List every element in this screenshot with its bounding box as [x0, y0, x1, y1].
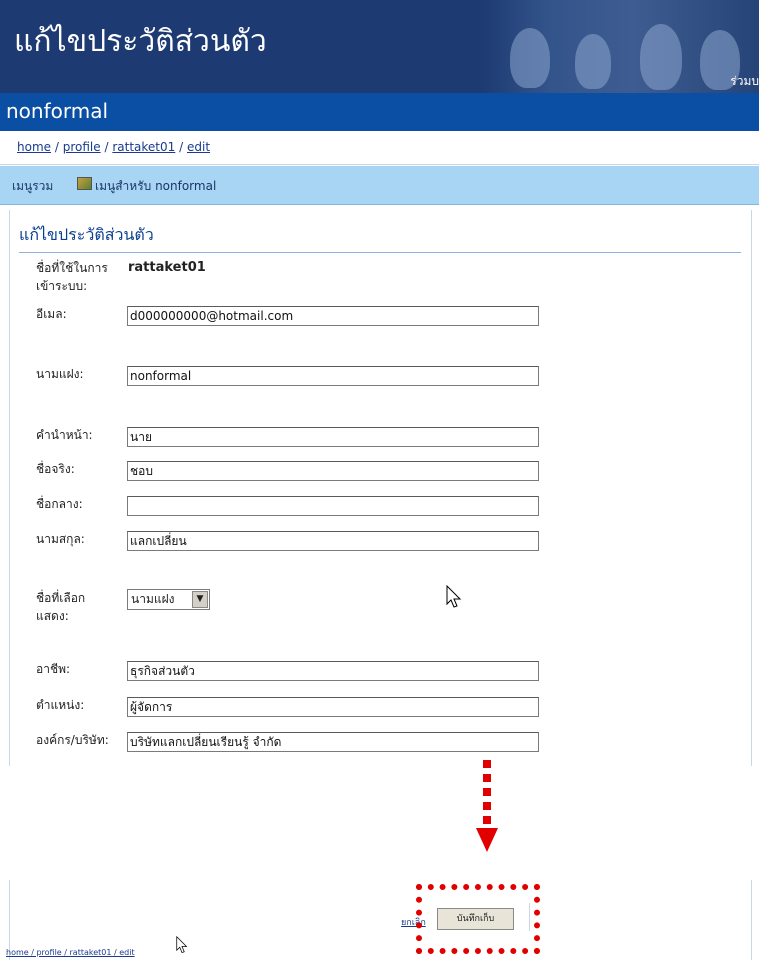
- breadcrumb-edit-link[interactable]: edit: [187, 140, 210, 154]
- chevron-down-icon[interactable]: ▼: [192, 591, 208, 608]
- email-field[interactable]: d000000000@hotmail.com: [127, 306, 539, 326]
- position-label: ตำแหน่ง:: [36, 698, 85, 712]
- lastname-field[interactable]: แลกเปลี่ยน: [127, 531, 539, 551]
- arrow-down-icon: [476, 828, 498, 852]
- panel-border: [751, 880, 752, 960]
- banner: แก้ไขประวัติส่วนตัว ร่วมบ: [0, 0, 759, 93]
- username-value: rattaket01: [128, 260, 206, 275]
- highlight-dotted-line: [483, 760, 491, 830]
- display-name-select[interactable]: นามแฝง ▼: [127, 589, 210, 610]
- form-panel: [9, 210, 743, 766]
- display-label-line1: ชื่อที่เลือก: [36, 591, 86, 605]
- bottom-breadcrumb-text[interactable]: home / profile / rattaket01 / edit: [6, 948, 135, 957]
- occupation-label: อาชีพ:: [36, 662, 71, 676]
- bottom-breadcrumb: home / profile / rattaket01 / edit: [6, 948, 135, 957]
- breadcrumb-user-link[interactable]: rattaket01: [112, 140, 175, 154]
- breadcrumb: home / profile / rattaket01 / edit: [0, 131, 759, 165]
- menu-folder-icon: [77, 177, 92, 190]
- menu-main[interactable]: เมนูรวม: [12, 177, 53, 196]
- display-label-line2: แสดง:: [36, 609, 69, 623]
- position-field[interactable]: ผู้จัดการ: [127, 697, 539, 717]
- breadcrumb-separator: /: [54, 140, 59, 154]
- email-label: อีเมล:: [36, 307, 67, 321]
- breadcrumb-home-link[interactable]: home: [17, 140, 51, 154]
- prefix-label: คำนำหน้า:: [36, 428, 93, 442]
- username-label-line1: ชื่อที่ใช้ในการ: [36, 261, 108, 275]
- form-heading: แก้ไขประวัติส่วนตัว: [19, 223, 741, 253]
- site-name: nonformal: [6, 99, 109, 123]
- alias-field[interactable]: nonformal: [127, 366, 539, 386]
- banner-tagline: ร่วมบ: [730, 74, 759, 88]
- organization-label: องค์กร/บริษัท:: [36, 733, 109, 747]
- breadcrumb-separator: /: [104, 140, 109, 154]
- panel-border: [751, 210, 752, 766]
- organization-field[interactable]: บริษัทแลกเปลี่ยนเรียนรู้ จำกัด: [127, 732, 539, 752]
- lastname-label: นามสกุล:: [36, 532, 85, 546]
- firstname-label: ชื่อจริง:: [36, 462, 75, 476]
- display-name-selected: นามแฝง: [131, 592, 175, 606]
- firstname-field[interactable]: ชอบ: [127, 461, 539, 481]
- highlight-box: [416, 884, 540, 954]
- alias-label: นามแฝง:: [36, 367, 84, 381]
- menu-user[interactable]: เมนูสำหรับ nonformal: [95, 177, 216, 196]
- banner-photo: [480, 0, 759, 93]
- banner-title: แก้ไขประวัติส่วนตัว: [14, 24, 267, 59]
- menu-bar: เมนูรวม เมนูสำหรับ nonformal: [0, 166, 759, 205]
- prefix-field[interactable]: นาย: [127, 427, 539, 447]
- username-label-line2: เข้าระบบ:: [36, 279, 88, 293]
- occupation-field[interactable]: ธุรกิจส่วนตัว: [127, 661, 539, 681]
- site-name-bar: nonformal: [0, 93, 759, 131]
- breadcrumb-separator: /: [179, 140, 184, 154]
- breadcrumb-profile-link[interactable]: profile: [63, 140, 101, 154]
- middlename-field[interactable]: [127, 496, 539, 516]
- middlename-label: ชื่อกลาง:: [36, 497, 83, 511]
